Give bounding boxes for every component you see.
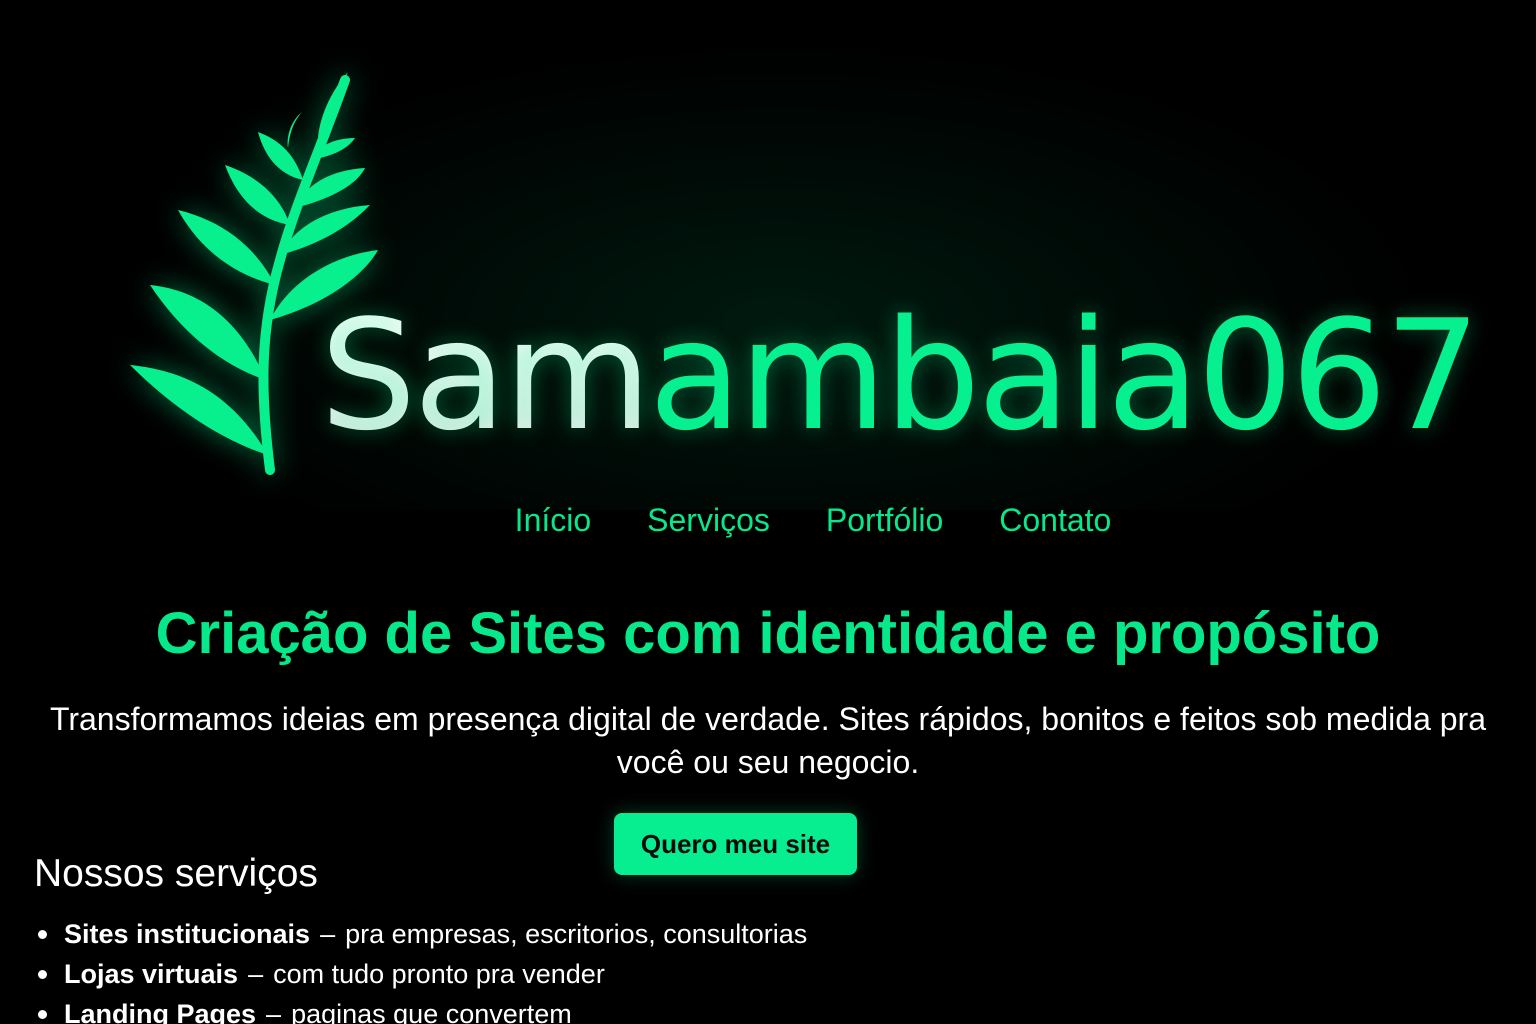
service-name: Landing Pages bbox=[64, 998, 257, 1024]
service-description: com tudo pronto pra vender bbox=[273, 958, 605, 989]
main-nav: Início Serviços Portfólio Contato bbox=[0, 500, 1536, 540]
brand-name-part1: Sam bbox=[320, 287, 652, 464]
list-item: Lojas virtuais – com tudo pronto pra ven… bbox=[34, 954, 807, 994]
service-separator: – bbox=[320, 918, 336, 949]
list-item: Landing Pages – paginas que convertem bbox=[34, 994, 807, 1024]
bullet-icon bbox=[38, 929, 47, 939]
bullet-icon bbox=[38, 969, 47, 979]
services-list: Sites institucionais – pra empresas, esc… bbox=[34, 914, 807, 1024]
nav-item-servicos[interactable]: Serviços bbox=[647, 500, 770, 540]
nav-item-portfolio[interactable]: Portfólio bbox=[826, 500, 943, 540]
hero-title: Criação de Sites com identidade e propós… bbox=[155, 601, 1381, 666]
service-separator: – bbox=[266, 998, 282, 1024]
service-description: paginas que convertem bbox=[291, 998, 572, 1024]
nav-item-inicio[interactable]: Início bbox=[515, 500, 591, 540]
brand-name: Samambaia067 bbox=[320, 296, 1481, 456]
bullet-icon bbox=[38, 1009, 47, 1019]
brand-name-part2: ambaia067 bbox=[648, 287, 1481, 464]
hero-description: Transformamos ideias em presença digital… bbox=[49, 701, 1486, 780]
list-item: Sites institucionais – pra empresas, esc… bbox=[34, 914, 807, 954]
services-title: Nossos serviços bbox=[34, 852, 318, 895]
service-separator: – bbox=[248, 958, 264, 989]
service-description: pra empresas, escritorios, consultorias bbox=[345, 918, 808, 949]
cta-button[interactable]: Quero meu site bbox=[614, 813, 857, 875]
service-name: Lojas virtuais bbox=[64, 958, 239, 989]
nav-item-contato[interactable]: Contato bbox=[999, 500, 1111, 540]
service-name: Sites institucionais bbox=[64, 918, 311, 949]
